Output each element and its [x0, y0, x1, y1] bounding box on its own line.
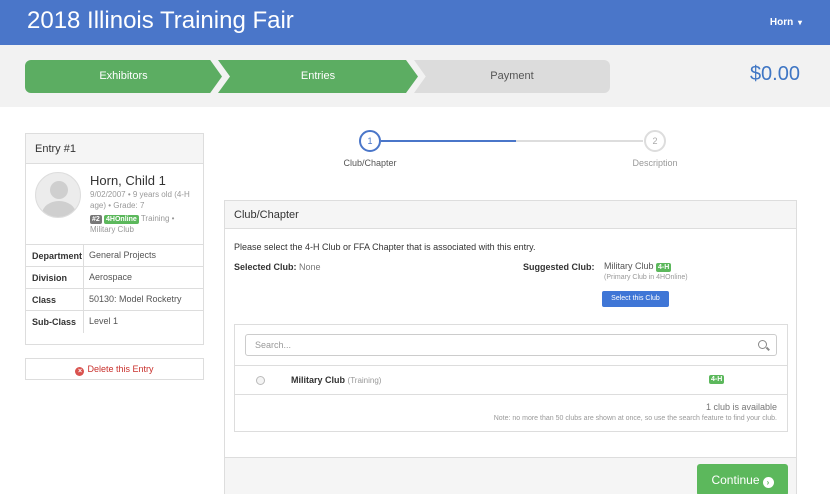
- field-subclass: Sub-Class Level 1: [26, 310, 203, 333]
- arrow-right-icon: ›: [762, 477, 774, 488]
- search-input[interactable]: Search...: [245, 334, 777, 356]
- divider: [83, 311, 84, 333]
- 4h-badge: 4-H: [656, 263, 672, 272]
- entry-number-badge: #2: [90, 215, 102, 224]
- club-radio[interactable]: [256, 376, 265, 385]
- suggested-club-label: Suggested Club:: [523, 262, 595, 272]
- entry-summary-card: Entry #1 Horn, Child 1 9/02/2007 • 9 yea…: [25, 133, 204, 345]
- cart-total: $0.00: [749, 63, 800, 85]
- delete-icon: ×: [75, 367, 85, 376]
- field-label: Class: [32, 295, 57, 305]
- field-label: Division: [32, 273, 68, 283]
- panel-footer: Continue ›: [225, 457, 796, 494]
- clubs-available-count: 1 club is available: [705, 402, 777, 412]
- wizard-step-2-label: Description: [632, 158, 678, 168]
- avatar-head-shape: [50, 181, 68, 199]
- wizard-progress-remaining: [516, 140, 643, 142]
- selected-club-label: Selected Club:: [234, 262, 297, 272]
- avatar: [35, 172, 81, 218]
- club-name: Military Club (Training): [291, 375, 382, 385]
- search-note: Note: no more than 50 clubs are shown at…: [493, 415, 777, 422]
- instructions: Please select the 4-H Club or FFA Chapte…: [234, 242, 536, 252]
- step-payment: Payment: [414, 60, 610, 93]
- field-division: Division Aerospace: [26, 266, 203, 289]
- club-chapter-panel: Club/Chapter Please select the 4-H Club …: [224, 200, 797, 494]
- exhibitor-name: Horn, Child 1: [90, 173, 166, 188]
- field-department: Department General Projects: [26, 244, 203, 267]
- selected-club-value: None: [299, 262, 321, 272]
- wizard-step-2: 2: [644, 130, 666, 152]
- step-exhibitors[interactable]: Exhibitors: [25, 60, 222, 93]
- field-value: 50130: Model Rocketry: [89, 294, 182, 304]
- 4honline-badge: 4HOnline: [104, 215, 139, 224]
- divider: [83, 289, 84, 311]
- user-name: Horn: [769, 17, 794, 28]
- entry-title: Entry #1: [26, 134, 203, 164]
- club-search-results: Search... Military Club (Training) 4-H 1…: [234, 324, 788, 432]
- delete-label: Delete this Entry: [87, 364, 154, 374]
- field-label: Sub-Class: [32, 317, 77, 327]
- exhibitor-meta: 9/02/2007 • 9 years old (4-H age) • Grad…: [90, 190, 190, 210]
- top-nav-bar: 2018 Illinois Training Fair Horn ▾: [0, 0, 830, 45]
- divider: [83, 267, 84, 289]
- divider: [83, 245, 84, 267]
- field-value: General Projects: [89, 250, 157, 260]
- wizard-progress-complete: [381, 140, 516, 142]
- suggested-club: Military Club 4-H: [604, 261, 672, 272]
- checkout-steps: Exhibitors Entries Payment: [0, 45, 830, 107]
- field-label: Department: [32, 251, 83, 261]
- continue-button[interactable]: Continue ›: [697, 464, 788, 494]
- user-menu[interactable]: Horn ▾: [770, 17, 802, 28]
- suggested-club-name: Military Club: [604, 261, 654, 271]
- panel-heading: Club/Chapter: [225, 201, 796, 229]
- exhibitor-tags: #2 4HOnline Training • Military Club: [90, 213, 202, 235]
- search-icon[interactable]: [758, 340, 767, 349]
- club-type: (Training): [347, 376, 382, 385]
- search-placeholder: Search...: [255, 340, 292, 350]
- field-value: Aerospace: [89, 272, 133, 282]
- wizard-step-1-label: Club/Chapter: [343, 158, 397, 168]
- page-title: 2018 Illinois Training Fair: [27, 7, 294, 34]
- 4h-badge: 4-H: [709, 375, 725, 384]
- delete-entry-button[interactable]: × Delete this Entry: [25, 358, 204, 380]
- selected-club: Selected Club: None: [234, 262, 321, 272]
- field-value: Level 1: [89, 316, 119, 326]
- chevron-down-icon: ▾: [797, 18, 802, 27]
- avatar-body-shape: [42, 201, 76, 217]
- select-club-button[interactable]: Select this Club: [602, 291, 669, 307]
- step-entries[interactable]: Entries: [218, 60, 418, 93]
- suggested-club-note: (Primary Club in 4HOnline): [604, 274, 688, 281]
- continue-label: Continue: [711, 473, 760, 487]
- list-item[interactable]: Military Club (Training) 4-H: [235, 365, 787, 395]
- field-class: Class 50130: Model Rocketry: [26, 288, 203, 311]
- wizard-step-1: 1: [359, 130, 381, 152]
